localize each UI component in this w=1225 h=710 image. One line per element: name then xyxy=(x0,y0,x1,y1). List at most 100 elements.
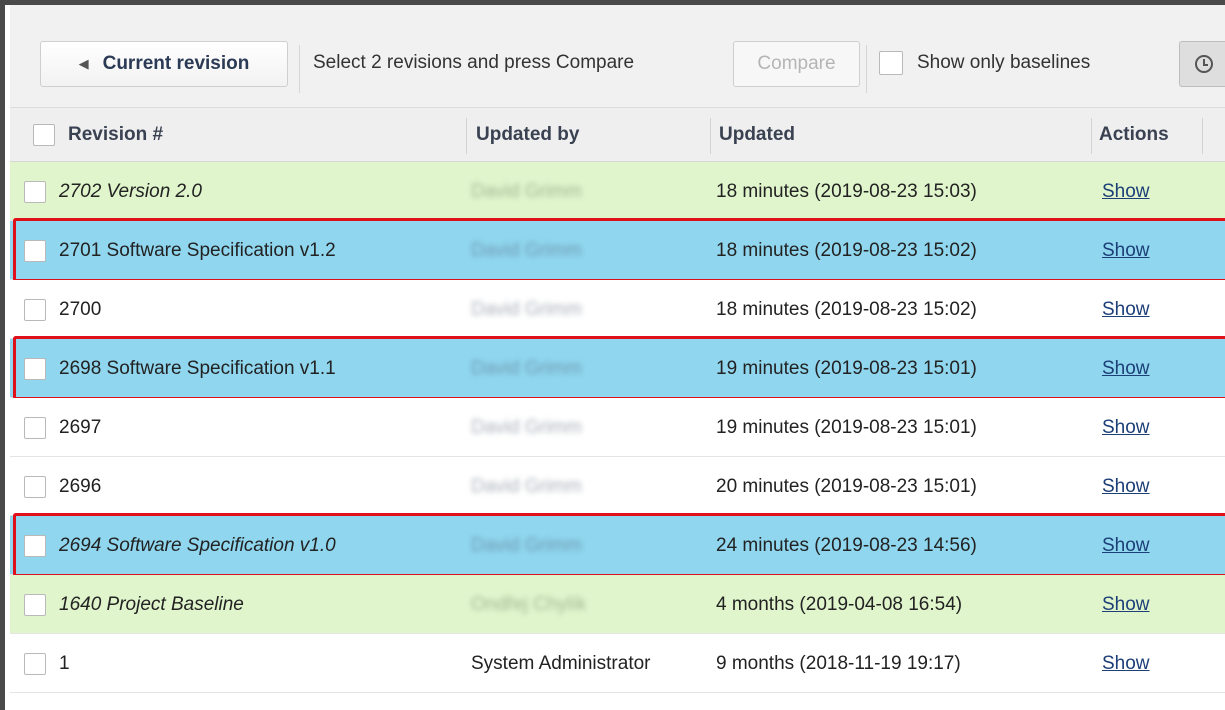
updated-cell: 18 minutes (2019-08-23 15:02) xyxy=(716,280,977,339)
table-row[interactable]: 2701 Software Specification v1.2 David Gr… xyxy=(10,221,1225,280)
revision-cell: 1 xyxy=(24,634,70,693)
actions-cell: Show xyxy=(1102,398,1150,457)
actions-cell: Show xyxy=(1102,634,1150,693)
updated-cell: 18 minutes (2019-08-23 15:03) xyxy=(716,162,977,221)
row-checkbox[interactable] xyxy=(24,180,46,203)
column-divider xyxy=(1091,118,1092,154)
toolbar-divider xyxy=(866,45,867,93)
revision-label: 2698 Software Specification v1.1 xyxy=(59,357,336,379)
revision-label: 1640 Project Baseline xyxy=(59,593,244,615)
row-checkbox[interactable] xyxy=(24,416,46,439)
table-row[interactable]: 1 System Administrator 9 months (2018-11-1… xyxy=(10,634,1225,693)
header-updated[interactable]: Updated xyxy=(719,108,795,162)
header-updated-by[interactable]: Updated by xyxy=(476,108,579,162)
table-row[interactable]: 2700 David Grimm 18 minutes (2019-08-23 15… xyxy=(10,280,1225,339)
updated-by-value: David Grimm xyxy=(471,416,582,438)
header-actions: Actions xyxy=(1099,124,1169,145)
updated-cell: 20 minutes (2019-08-23 15:01) xyxy=(716,457,977,516)
row-checkbox[interactable] xyxy=(24,239,46,262)
show-link[interactable]: Show xyxy=(1102,476,1150,498)
revision-cell: 2702 Version 2.0 xyxy=(24,162,202,221)
revision-cell: 2696 xyxy=(24,457,101,516)
revision-label: 2694 Software Specification v1.0 xyxy=(59,534,336,556)
updated-value: 9 months (2018-11-19 19:17) xyxy=(716,652,961,674)
updated-value: 4 months (2019-04-08 16:54) xyxy=(716,593,963,615)
revision-label: 2701 Software Specification v1.2 xyxy=(59,239,336,261)
column-divider xyxy=(1202,118,1203,154)
updated-by-value: David Grimm xyxy=(471,534,582,556)
updated-cell: 4 months (2019-04-08 16:54) xyxy=(716,575,962,634)
column-divider xyxy=(710,118,711,154)
updated-value: 18 minutes (2019-08-23 15:02) xyxy=(716,298,977,320)
triangle-left-icon: ◀ xyxy=(78,56,89,71)
header-revision-label[interactable]: Revision # xyxy=(68,124,163,146)
updated-by-value: David Grimm xyxy=(471,239,582,261)
row-checkbox[interactable] xyxy=(24,652,46,675)
table-row[interactable]: 2698 Software Specification v1.1 David Gr… xyxy=(10,339,1225,398)
revision-label: 2696 xyxy=(59,475,102,497)
actions-cell: Show xyxy=(1102,339,1150,398)
revision-cell: 2698 Software Specification v1.1 xyxy=(24,339,336,398)
updated-cell: 9 months (2018-11-19 19:17) xyxy=(716,634,961,693)
revision-cell: 2694 Software Specification v1.0 xyxy=(24,516,336,575)
select-all-checkbox[interactable] xyxy=(33,124,55,146)
updated-value: 18 minutes (2019-08-23 15:02) xyxy=(716,239,977,261)
updated-by-cell: System Administrator xyxy=(471,634,651,693)
updated-by-cell: David Grimm xyxy=(471,398,582,457)
show-link[interactable]: Show xyxy=(1102,417,1150,439)
actions-cell: Show xyxy=(1102,162,1150,221)
show-link[interactable]: Show xyxy=(1102,299,1150,321)
revision-cell: 1640 Project Baseline xyxy=(24,575,244,634)
updated-cell: 19 minutes (2019-08-23 15:01) xyxy=(716,339,977,398)
actions-cell: Show xyxy=(1102,280,1150,339)
revision-label: 1 xyxy=(59,652,70,674)
compare-hint: Select 2 revisions and press Compare xyxy=(313,52,635,73)
column-divider xyxy=(466,118,467,154)
show-only-baselines-checkbox[interactable] xyxy=(879,51,903,75)
clock-icon xyxy=(1195,55,1213,73)
show-link[interactable]: Show xyxy=(1102,181,1150,203)
row-checkbox[interactable] xyxy=(24,298,46,321)
actions-cell: Show xyxy=(1102,575,1150,634)
revision-label: 2700 xyxy=(59,298,102,320)
show-link[interactable]: Show xyxy=(1102,358,1150,380)
row-checkbox[interactable] xyxy=(24,475,46,498)
current-revision-button[interactable]: ◀ Current revision xyxy=(40,41,288,87)
table-row[interactable]: 1640 Project Baseline Ondřej Chylík 4 mont… xyxy=(10,575,1225,634)
updated-cell: 18 minutes (2019-08-23 15:02) xyxy=(716,221,977,280)
updated-value: 18 minutes (2019-08-23 15:03) xyxy=(716,180,977,202)
updated-by-cell: David Grimm xyxy=(471,280,582,339)
show-link[interactable]: Show xyxy=(1102,240,1150,262)
updated-cell: 24 minutes (2019-08-23 14:56) xyxy=(716,516,977,575)
header-revision: Revision # xyxy=(33,108,163,162)
actions-cell: Show xyxy=(1102,516,1150,575)
updated-by-value: David Grimm xyxy=(471,475,582,497)
updated-cell: 19 minutes (2019-08-23 15:01) xyxy=(716,398,977,457)
updated-by-value: David Grimm xyxy=(471,298,582,320)
show-only-baselines-toggle[interactable]: Show only baselines xyxy=(879,51,1090,75)
updated-by-value: David Grimm xyxy=(471,357,582,379)
table-row[interactable]: 2697 David Grimm 19 minutes (2019-08-23 15… xyxy=(10,398,1225,457)
show-link[interactable]: Show xyxy=(1102,535,1150,557)
revision-cell: 2700 xyxy=(24,280,101,339)
table-header: Revision # Updated by Updated Actions xyxy=(10,108,1225,162)
show-only-baselines-label: Show only baselines xyxy=(917,52,1091,73)
table-row[interactable]: 2702 Version 2.0 David Grimm 18 minutes (2… xyxy=(10,162,1225,221)
row-checkbox[interactable] xyxy=(24,593,46,616)
revision-toolbar: ◀ Current revision Select 2 revisions an… xyxy=(10,5,1225,108)
compare-button[interactable]: Compare xyxy=(733,41,860,87)
row-checkbox[interactable] xyxy=(24,357,46,380)
toolbar-divider xyxy=(299,45,300,93)
show-link[interactable]: Show xyxy=(1102,594,1150,616)
table-row[interactable]: 2696 David Grimm 20 minutes (2019-08-23 15… xyxy=(10,457,1225,516)
revision-cell: 2701 Software Specification v1.2 xyxy=(24,221,336,280)
actions-cell: Show xyxy=(1102,221,1150,280)
updated-value: 19 minutes (2019-08-23 15:01) xyxy=(716,357,977,379)
table-row[interactable]: 2694 Software Specification v1.0 David Gr… xyxy=(10,516,1225,575)
show-link[interactable]: Show xyxy=(1102,653,1150,675)
updated-by-cell: David Grimm xyxy=(471,457,582,516)
updated-value: 19 minutes (2019-08-23 15:01) xyxy=(716,416,977,438)
row-checkbox[interactable] xyxy=(24,534,46,557)
updated-by-cell: David Grimm xyxy=(471,162,582,221)
history-button[interactable] xyxy=(1179,41,1225,87)
